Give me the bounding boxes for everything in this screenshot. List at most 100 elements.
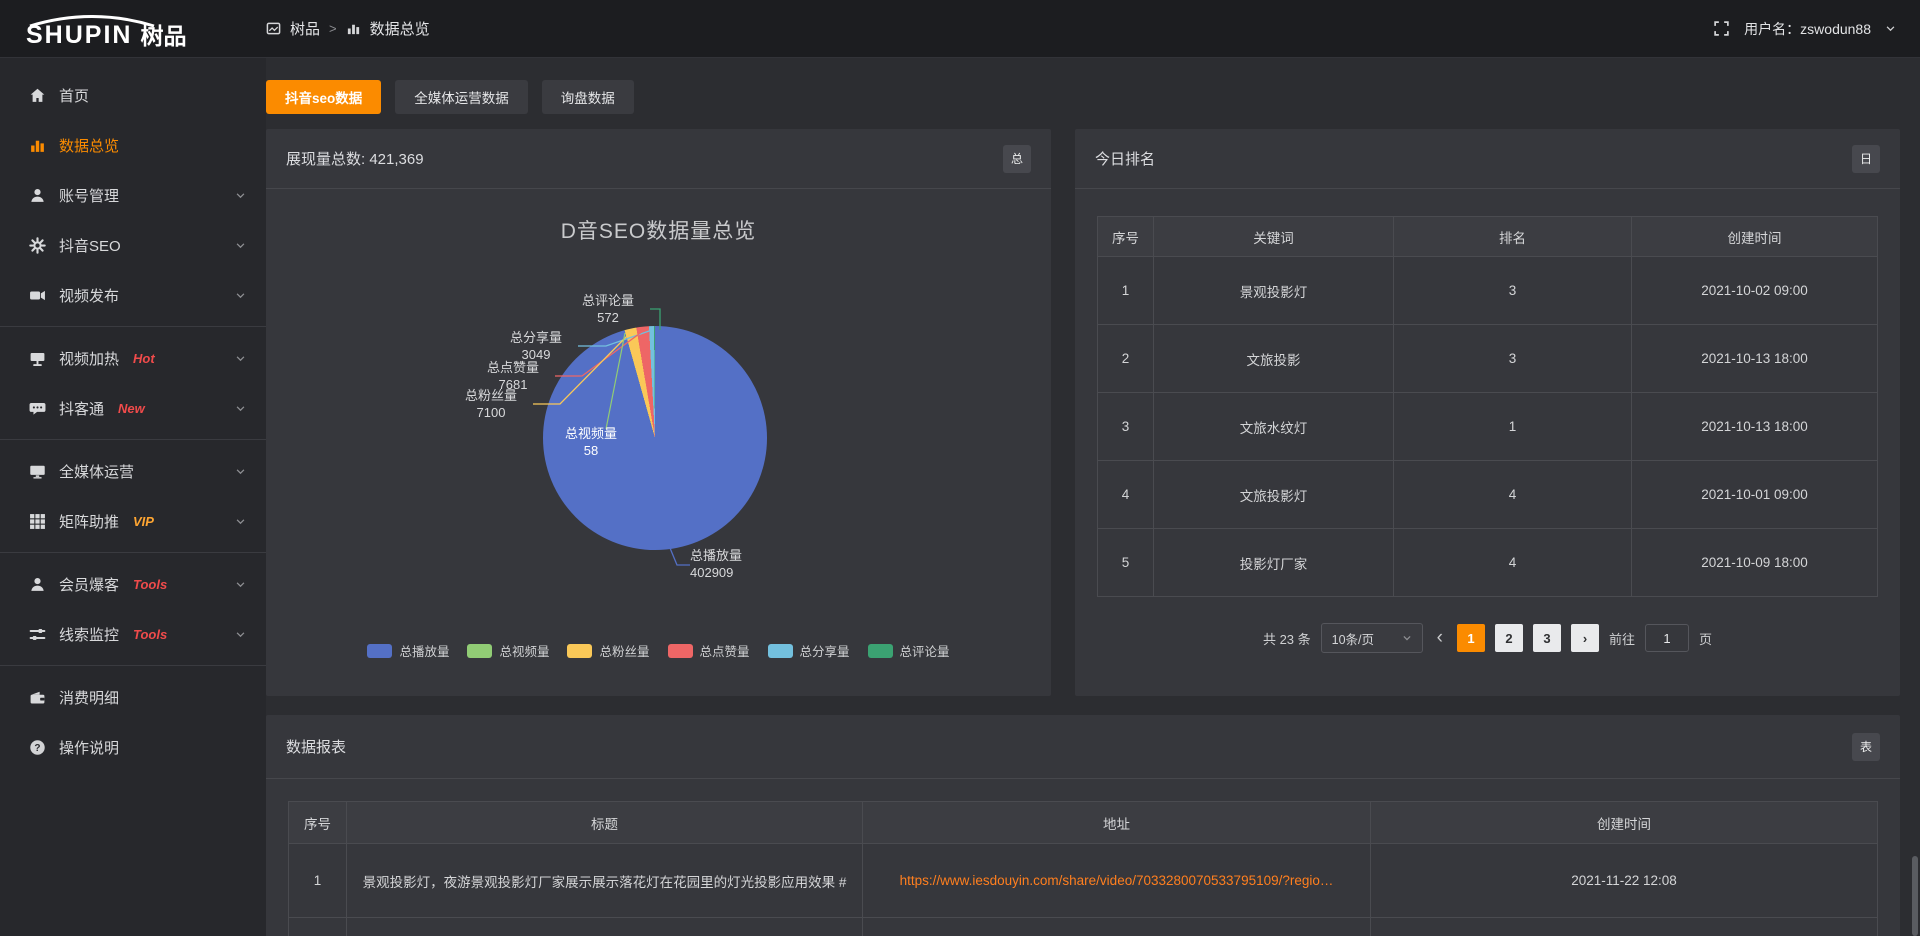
col-index: 序号 [1098, 217, 1154, 257]
sidebar-item-account[interactable]: 账号管理 [0, 170, 266, 220]
col-keyword: 关键词 [1154, 217, 1394, 257]
video-link[interactable]: https://www.iesdouyin.com/share/video/70… [873, 873, 1360, 888]
pie-label-comments: 总评论量572 [566, 292, 650, 326]
goto-label: 前往 [1609, 629, 1635, 648]
pagination-total: 共 23 条 [1263, 629, 1311, 648]
chevron-down-icon [235, 290, 246, 301]
app-window-icon [266, 21, 281, 36]
bar-chart-mini-icon [346, 21, 361, 36]
sidebar-item-label: 操作说明 [59, 737, 119, 758]
sidebar-item-help[interactable]: ? 操作说明 [0, 722, 266, 772]
breadcrumb-item-shupin[interactable]: 树品 [290, 18, 320, 39]
breadcrumb-item-overview[interactable]: 数据总览 [370, 18, 430, 39]
page-scrollbar[interactable] [1912, 856, 1918, 936]
chevron-down-icon [235, 579, 246, 590]
goto-page-input[interactable] [1645, 624, 1689, 652]
bar-chart-icon [28, 136, 46, 154]
ranking-panel-header: 今日排名 日 [1075, 129, 1900, 189]
legend-item[interactable]: 总点赞量 [668, 641, 750, 660]
sidebar-item-matrix-boost[interactable]: 矩阵助推 VIP [0, 496, 266, 546]
table-row: 1景观投影灯32021-10-02 09:00 [1098, 257, 1878, 325]
legend-item[interactable]: 总播放量 [367, 641, 449, 660]
fullscreen-icon[interactable] [1713, 20, 1730, 37]
pie-label-shares: 总分享量3049 [494, 329, 578, 363]
legend-item[interactable]: 总评论量 [868, 641, 950, 660]
username[interactable]: 用户名：zswodun88 [1744, 19, 1871, 39]
svg-text:?: ? [34, 742, 40, 753]
col-created: 创建时间 [1632, 217, 1878, 257]
ranking-panel-body: 序号 关键词 排名 创建时间 1景观投影灯32021-10-02 09:00 [1075, 216, 1900, 653]
sliders-icon [28, 625, 46, 643]
sidebar-item-video-publish[interactable]: 视频发布 [0, 270, 266, 320]
tab-inquiry-data[interactable]: 询盘数据 [542, 80, 634, 114]
data-tabs: 抖音seo数据 全媒体运营数据 询盘数据 [266, 80, 1900, 114]
sidebar-item-douketong[interactable]: 抖客通 New [0, 383, 266, 433]
sidebar-divider [0, 326, 266, 327]
chevron-down-icon [235, 403, 246, 414]
video-camera-icon [28, 286, 46, 304]
layout: 首页 数据总览 账号管理 抖音SEO 视频发布 视频加热 Hot [0, 58, 1920, 936]
sidebar-item-spend-detail[interactable]: 消费明细 [0, 672, 266, 722]
sidebar-item-omnimedia[interactable]: 全媒体运营 [0, 446, 266, 496]
next-page-button[interactable]: › [1571, 624, 1599, 652]
daily-toggle-button[interactable]: 日 [1852, 145, 1880, 173]
tools-badge: Tools [133, 627, 167, 642]
table-row: 1 景观投影灯，夜游景观投影灯厂家展示展示落花灯在花园里的灯光投影应用效果 # … [289, 844, 1878, 918]
chevron-down-icon[interactable] [1885, 23, 1896, 34]
table-row: 3文旅水纹灯12021-10-13 18:00 [1098, 393, 1878, 461]
tools-badge: Tools [133, 577, 167, 592]
pie-label-plays: 总播放量402909 [690, 547, 785, 581]
logo-text-cn: 树品 [140, 24, 186, 48]
sidebar-item-data-overview[interactable]: 数据总览 [0, 120, 266, 170]
sidebar-item-douyin-seo[interactable]: 抖音SEO [0, 220, 266, 270]
pie-label-videos: 总视频量58 [551, 425, 631, 459]
sidebar-item-video-heat[interactable]: 视频加热 Hot [0, 333, 266, 383]
page-button-3[interactable]: 3 [1533, 624, 1561, 652]
impressions-total: 展现量总数: 421,369 [286, 148, 424, 169]
sidebar-item-label: 会员爆客 [59, 574, 119, 595]
pie-chart: D音SEO数据量总览 总评论量572 总分享量3049 [266, 189, 1051, 695]
legend-swatch [567, 644, 592, 658]
chevron-down-icon [235, 240, 246, 251]
report-panel: 数据报表 表 序号 标题 地址 创建时间 [266, 715, 1900, 936]
pie-label-fans: 总粉丝量7100 [449, 387, 533, 421]
chevron-down-icon [235, 516, 246, 527]
vip-badge: VIP [133, 514, 154, 529]
goto-suffix: 页 [1699, 629, 1712, 648]
sidebar: 首页 数据总览 账号管理 抖音SEO 视频发布 视频加热 Hot [0, 58, 266, 936]
sidebar-item-label: 抖音SEO [59, 235, 121, 256]
legend-item[interactable]: 总粉丝量 [567, 641, 649, 660]
legend-item[interactable]: 总分享量 [768, 641, 850, 660]
col-url: 地址 [863, 802, 1371, 844]
total-toggle-button[interactable]: 总 [1003, 145, 1031, 173]
panels-row: 展现量总数: 421,369 总 D音SEO数据量总览 [266, 129, 1900, 696]
sidebar-divider [0, 665, 266, 666]
prev-page-button[interactable]: ‹ [1433, 627, 1447, 649]
overview-panel-header: 展现量总数: 421,369 总 [266, 129, 1051, 189]
breadcrumb: 树品 > 数据总览 [266, 18, 430, 39]
sidebar-divider [0, 439, 266, 440]
sidebar-item-lead-monitor[interactable]: 线索监控 Tools [0, 609, 266, 659]
tab-omnimedia-data[interactable]: 全媒体运营数据 [395, 80, 528, 114]
sidebar-item-home[interactable]: 首页 [0, 70, 266, 120]
page-button-1[interactable]: 1 [1457, 624, 1485, 652]
table-row: 5投影灯厂家42021-10-09 18:00 [1098, 529, 1878, 597]
page-size-select[interactable]: 10条/页 [1321, 623, 1423, 653]
table-toggle-button[interactable]: 表 [1852, 733, 1880, 761]
tab-douyin-seo-data[interactable]: 抖音seo数据 [266, 80, 381, 114]
chat-bubble-icon [28, 399, 46, 417]
legend-item[interactable]: 总视频量 [467, 641, 549, 660]
col-title: 标题 [347, 802, 863, 844]
report-title: 数据报表 [286, 736, 346, 757]
heat-icon [28, 349, 46, 367]
page-button-2[interactable]: 2 [1495, 624, 1523, 652]
chart-legend: 总播放量 总视频量 总粉丝量 总点赞量 总分享量 总评论量 [266, 641, 1051, 660]
table-row: 2文旅投影32021-10-13 18:00 [1098, 325, 1878, 393]
sidebar-item-label: 全媒体运营 [59, 461, 134, 482]
legend-swatch [868, 644, 893, 658]
table-header-row: 序号 标题 地址 创建时间 [289, 802, 1878, 844]
hot-badge: Hot [133, 351, 155, 366]
topbar: SHUPIN 树品 树品 > 数据总览 用户名：zswodun88 [0, 0, 1920, 58]
sidebar-item-label: 视频发布 [59, 285, 119, 306]
sidebar-item-member-burst[interactable]: 会员爆客 Tools [0, 559, 266, 609]
